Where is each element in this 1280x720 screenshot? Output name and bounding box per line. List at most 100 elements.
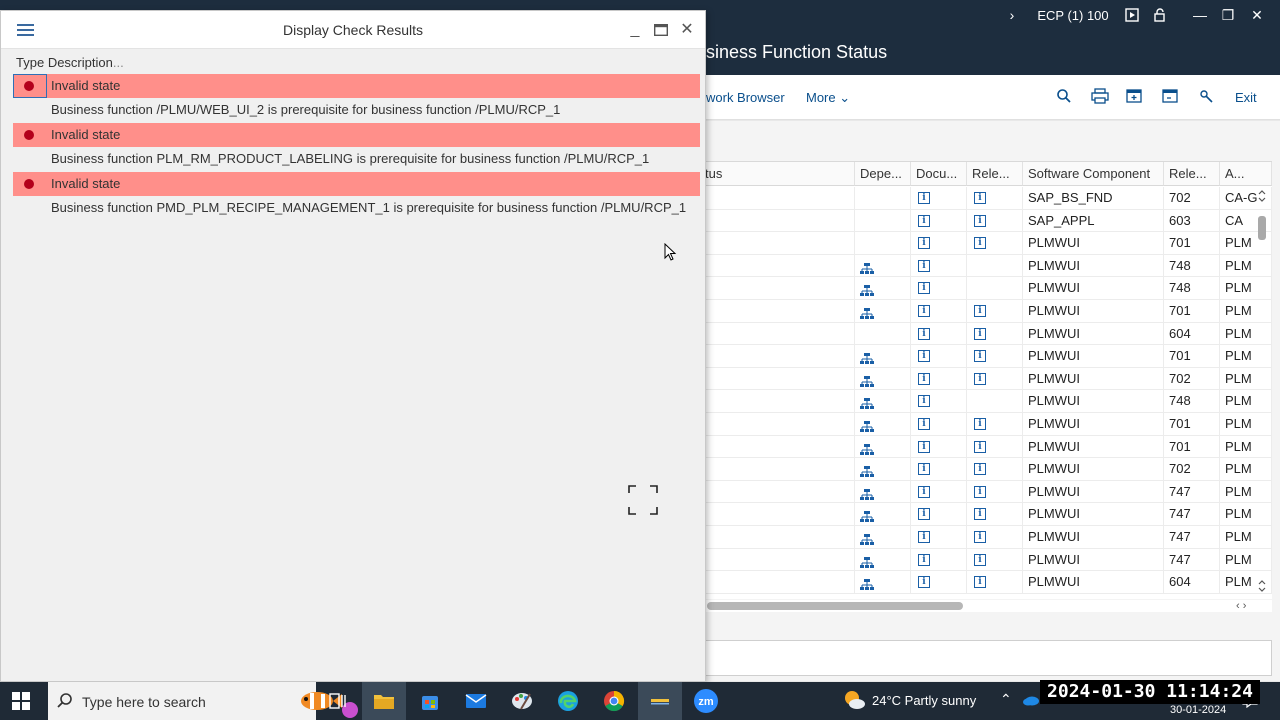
settings-icon[interactable] — [1198, 88, 1216, 106]
error-message-row[interactable]: Invalid state — [13, 122, 700, 147]
info-icon[interactable]: i — [918, 237, 930, 250]
info-icon[interactable]: i — [974, 214, 986, 227]
info-icon[interactable]: i — [974, 463, 986, 476]
info-icon[interactable]: i — [974, 576, 986, 589]
description-column-header[interactable]: Description — [48, 55, 113, 70]
info-icon[interactable]: i — [974, 553, 986, 566]
info-icon[interactable]: i — [974, 508, 986, 521]
info-icon[interactable]: i — [974, 192, 986, 204]
info-message-row[interactable]: Business function PLM_RM_PRODUCT_LABELIN… — [13, 147, 700, 171]
table-row[interactable]: i PLMWUI 748 PLM — [700, 254, 1272, 278]
dependency-hierarchy-icon[interactable] — [860, 463, 874, 478]
maximize-icon[interactable] — [651, 20, 671, 40]
minimize-icon[interactable]: — — [1190, 0, 1210, 30]
table-row[interactable]: i i PLMWUI 701 PLM — [700, 435, 1272, 459]
table-row[interactable]: i i PLMWUI 747 PLM — [700, 548, 1272, 572]
minimize-icon[interactable]: _ — [625, 20, 645, 40]
dependency-hierarchy-icon[interactable] — [860, 486, 874, 500]
table-row[interactable]: i PLMWUI 748 PLM — [700, 390, 1272, 413]
file-explorer-icon[interactable] — [362, 682, 406, 720]
dependency-hierarchy-icon[interactable] — [860, 395, 874, 410]
dependency-hierarchy-icon[interactable] — [860, 282, 874, 297]
zoom-icon[interactable]: zm — [684, 682, 728, 720]
info-icon[interactable]: i — [918, 576, 930, 589]
dependency-hierarchy-icon[interactable] — [860, 305, 874, 319]
info-message-row[interactable]: Business function /PLMU/WEB_UI_2 is prer… — [13, 98, 700, 122]
info-icon[interactable]: i — [918, 282, 930, 295]
info-icon[interactable]: i — [918, 192, 930, 204]
close-icon[interactable]: ✕ — [1247, 0, 1267, 30]
column-header-doc[interactable]: Docu... — [911, 162, 967, 186]
info-icon[interactable]: i — [974, 372, 986, 385]
info-icon[interactable]: i — [974, 485, 986, 498]
paint-icon[interactable] — [500, 682, 544, 720]
table-row[interactable]: i i PLMWUI 702 PLM — [700, 458, 1272, 481]
info-icon[interactable]: i — [918, 531, 930, 543]
table-row[interactable]: i i PLMWUI 702 PLM — [700, 367, 1272, 391]
new-window-icon[interactable] — [1126, 88, 1144, 106]
restore-icon[interactable]: ❐ — [1218, 0, 1238, 30]
fullscreen-icon[interactable] — [628, 485, 658, 515]
info-icon[interactable]: i — [918, 508, 930, 521]
table-row[interactable]: i PLMWUI 748 PLM — [700, 277, 1272, 300]
dependency-hierarchy-icon[interactable] — [860, 554, 874, 568]
more-menu-button[interactable]: More ⌄ — [806, 90, 850, 106]
info-message-row[interactable]: Business function PMD_PLM_RECIPE_MANAGEM… — [13, 196, 700, 220]
vertical-scrollbar[interactable] — [1256, 186, 1268, 598]
error-message-row[interactable]: Invalid state — [13, 171, 700, 196]
weather-text[interactable]: 24°C Partly sunny — [872, 693, 976, 708]
mail-icon[interactable] — [454, 682, 498, 720]
microsoft-store-icon[interactable] — [408, 682, 452, 720]
dependency-hierarchy-icon[interactable] — [860, 508, 874, 523]
table-row[interactable]: i i PLMWUI 701 PLM — [700, 232, 1272, 255]
table-row[interactable]: i i PLMWUI 701 PLM — [700, 300, 1272, 323]
info-icon[interactable]: i — [974, 418, 986, 430]
info-icon[interactable]: i — [974, 237, 986, 250]
info-icon[interactable]: i — [974, 531, 986, 543]
close-icon[interactable]: ✕ — [677, 20, 697, 40]
scroll-left-right-icon[interactable]: ‹ › — [1236, 600, 1246, 612]
table-row[interactable]: i i PLMWUI 701 PLM — [700, 345, 1272, 368]
network-browser-link[interactable]: work Browser — [706, 90, 785, 105]
search-icon[interactable] — [1056, 88, 1074, 106]
dependency-hierarchy-icon[interactable] — [860, 531, 874, 545]
table-row[interactable]: i i PLMWUI 747 PLM — [700, 526, 1272, 549]
sap-gui-icon[interactable] — [638, 682, 682, 720]
dependency-hierarchy-icon[interactable] — [860, 441, 874, 455]
dependency-hierarchy-icon[interactable] — [860, 576, 874, 591]
column-header-dep[interactable]: Depe... — [855, 162, 911, 186]
info-icon[interactable]: i — [918, 214, 930, 227]
info-icon[interactable]: i — [974, 440, 986, 453]
table-row[interactable]: i i SAP_APPL 603 CA — [700, 209, 1272, 233]
task-view-icon[interactable] — [316, 682, 360, 720]
print-icon[interactable] — [1091, 88, 1109, 106]
chevron-right-icon[interactable]: › — [1004, 0, 1020, 30]
info-icon[interactable]: i — [918, 395, 930, 408]
type-column-header[interactable]: Type — [16, 55, 44, 70]
dependency-hierarchy-icon[interactable] — [860, 373, 874, 387]
info-icon[interactable]: i — [918, 327, 930, 340]
table-row[interactable]: i i PLMWUI 747 PLM — [700, 503, 1272, 526]
table-row[interactable]: i i PLMWUI 701 PLM — [700, 413, 1272, 436]
info-icon[interactable]: i — [918, 485, 930, 498]
dependency-hierarchy-icon[interactable] — [860, 418, 874, 432]
info-icon[interactable]: i — [918, 553, 930, 566]
table-row[interactable]: i i SAP_BS_FND 702 CA-G — [700, 187, 1272, 210]
info-icon[interactable]: i — [974, 327, 986, 340]
info-icon[interactable]: i — [918, 418, 930, 430]
table-row[interactable]: i i PLMWUI 747 PLM — [700, 480, 1272, 504]
info-icon[interactable]: i — [918, 463, 930, 476]
edge-browser-icon[interactable] — [546, 682, 590, 720]
session-icon[interactable] — [1162, 88, 1180, 106]
table-row[interactable]: i i PLMWUI 604 PLM — [700, 322, 1272, 346]
info-icon[interactable]: i — [918, 350, 930, 363]
onedrive-icon[interactable] — [1022, 694, 1040, 706]
taskbar-date[interactable]: 30-01-2024 — [1170, 704, 1226, 716]
lock-icon[interactable] — [1150, 0, 1170, 30]
horizontal-scroll-thumb[interactable] — [707, 602, 963, 610]
taskbar-search-box[interactable]: Type here to search — [48, 682, 358, 720]
info-icon[interactable]: i — [974, 305, 986, 317]
dependency-hierarchy-icon[interactable] — [860, 350, 874, 365]
info-icon[interactable]: i — [918, 305, 930, 317]
info-icon[interactable]: i — [918, 259, 930, 272]
